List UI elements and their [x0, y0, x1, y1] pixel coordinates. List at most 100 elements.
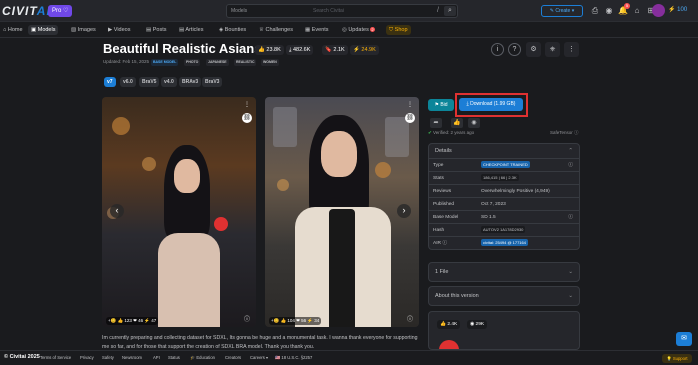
bokeh-light: [375, 162, 391, 178]
tag-women[interactable]: WOMEN: [261, 59, 279, 66]
footer-safety-link[interactable]: Safety: [102, 355, 114, 360]
nav-label: Models: [37, 27, 56, 33]
footer-2257-link[interactable]: 🇺🇸 18 U.S.C. §2257: [275, 355, 312, 361]
eye-icon[interactable]: ◉: [604, 6, 614, 16]
search-input[interactable]: Search Civitai: [313, 8, 344, 14]
bid-button[interactable]: ⚑ Bid: [428, 99, 454, 111]
more-menu-icon[interactable]: ⋮: [564, 42, 579, 57]
details-row-reviews: Reviews Overwhelmingly Positive (4,949): [429, 184, 579, 197]
about-header[interactable]: About this version ⌄: [429, 287, 579, 305]
civitai-logo[interactable]: CIVITAI: [2, 4, 51, 18]
footer-terms-link[interactable]: Terms of Service: [40, 355, 71, 360]
buzz-stat[interactable]: ⚡ 24.9K: [350, 45, 379, 55]
mod-tools-icon[interactable]: ⚙: [526, 42, 541, 57]
version-tab-v7[interactable]: v7: [104, 77, 116, 87]
image-reactions[interactable]: +😊 👍 104 ❤ 56 ⚡ 34: [269, 317, 322, 325]
top-bar: CIVITAI Pro ♡ Models Search Civitai / ⌕ …: [0, 0, 698, 22]
nav-models[interactable]: ▣ Models: [28, 25, 59, 35]
details-row-hash: Hash AUTOV2 1A178D2930: [429, 223, 579, 236]
creator-views: ◉ 29K: [467, 320, 488, 329]
creator-views-count: 29K: [475, 322, 485, 327]
subject-face: [174, 159, 200, 193]
footer-privacy-link[interactable]: Privacy: [80, 355, 94, 360]
files-header[interactable]: 1 File ⌄: [429, 263, 579, 281]
version-tab-brav3-alt[interactable]: BraV3: [202, 77, 223, 87]
footer-status-link[interactable]: Status: [168, 355, 180, 360]
likes-stat[interactable]: 👍 23.8K: [255, 45, 284, 55]
model-title: Beautiful Realistic Asians: [103, 41, 262, 56]
files-panel[interactable]: 1 File ⌄: [428, 262, 580, 282]
footer-api-link[interactable]: API: [153, 355, 160, 360]
carousel-prev-button[interactable]: ‹: [110, 204, 124, 218]
nav-bounties[interactable]: ◈ Bounties: [216, 25, 249, 35]
tag-realistic[interactable]: REALISTIC: [234, 59, 257, 66]
nav-articles[interactable]: ▤ Articles: [176, 25, 206, 35]
search-bar[interactable]: Models Search Civitai / ⌕: [226, 4, 458, 18]
footer-education-link[interactable]: 🎓 Education: [190, 355, 215, 361]
info-icon[interactable]: i: [491, 43, 504, 56]
nav-events[interactable]: ▦ Events: [302, 25, 332, 35]
like-icon[interactable]: 👍: [451, 118, 463, 128]
gallery-image-2[interactable]: ⋮ ⛓ +😊 👍 104 ❤ 56 ⚡ 34 ⓘ: [265, 97, 419, 327]
nav-challenges[interactable]: ♕ Challenges: [256, 25, 296, 35]
search-scope-select[interactable]: Models: [231, 8, 291, 14]
nav-posts[interactable]: ▤ Posts: [143, 25, 170, 35]
details-header[interactable]: Details ⌃: [429, 144, 579, 158]
nav-label: Bounties: [224, 27, 247, 33]
tag-photo[interactable]: PHOTO: [184, 59, 201, 66]
about-version-panel[interactable]: About this version ⌄: [428, 286, 580, 306]
verified-text: Verified: 2 years ago: [433, 130, 475, 135]
follow-icon[interactable]: ⎈: [545, 42, 560, 57]
main-nav: ⌂ Home ▣ Models ▨ Images ▶ Videos ▤ Post…: [0, 22, 698, 38]
buzz-balance[interactable]: ⚡ 100: [668, 6, 687, 13]
creator-avatar[interactable]: [439, 340, 459, 349]
create-button[interactable]: ✎ Create ▾: [541, 5, 583, 17]
nav-home[interactable]: ⌂ Home: [0, 25, 26, 35]
bookmarks-stat[interactable]: 🔖 2.1K: [322, 45, 348, 55]
search-icon[interactable]: ⌕: [444, 6, 456, 16]
version-tab-brav3[interactable]: BRAv3: [179, 77, 202, 87]
carousel-next-button[interactable]: ›: [397, 204, 411, 218]
air-pill[interactable]: civitai: 25494 @ 177164: [481, 239, 528, 246]
image-info-icon[interactable]: ⓘ: [242, 315, 252, 325]
verified-status: ✔ Verified: 2 years ago: [428, 130, 474, 136]
chat-icon[interactable]: ✉: [676, 332, 692, 346]
nav-label: Challenges: [265, 27, 293, 33]
footer-creators-link[interactable]: Creators: [225, 355, 241, 360]
link-icon[interactable]: ⛓: [242, 113, 252, 123]
detail-key-air: AIR ⓘ: [433, 241, 448, 246]
search-shortcut: /: [437, 7, 439, 14]
nav-videos[interactable]: ▶ Videos: [105, 25, 133, 35]
nav-label: Images: [77, 27, 96, 33]
version-tab-v4[interactable]: v4.0: [161, 77, 177, 87]
nav-shop[interactable]: ⛉ Shop: [386, 25, 411, 35]
upload-icon[interactable]: ⎙: [590, 6, 600, 16]
bokeh-light: [112, 117, 130, 135]
avatar[interactable]: [652, 4, 665, 17]
hash-pill[interactable]: AUTOV2 1A178D2930: [481, 226, 526, 233]
footer-newsroom-link[interactable]: Newsroom: [122, 355, 142, 360]
air-key-label: AIR: [433, 241, 441, 246]
tag-base-model[interactable]: BASE MODEL: [151, 59, 179, 66]
image-info-icon[interactable]: ⓘ: [405, 315, 415, 325]
image-reactions[interactable]: +😊 👍 123 ❤ 46 ⚡ 47: [106, 317, 159, 325]
footer: © Civitai 2025 Terms of Service Privacy …: [0, 350, 698, 365]
footer-careers-link[interactable]: Careers ▾: [250, 355, 268, 360]
gallery-image-1[interactable]: ⋮ ⛓ +😊 👍 123 ❤ 46 ⚡ 47 ⓘ: [102, 97, 256, 327]
version-tab-brav5[interactable]: BraV5: [139, 77, 160, 87]
detail-value[interactable]: civitai: 25494 @ 177164: [481, 237, 530, 250]
version-tab-v6[interactable]: v6.0: [120, 77, 136, 87]
notification-count: 5: [624, 3, 630, 9]
nav-images[interactable]: ▨ Images: [68, 25, 99, 35]
support-button[interactable]: 💡 Support: [662, 354, 692, 363]
tag-japanese[interactable]: JAPANESE: [206, 59, 229, 66]
share-icon[interactable]: ➦: [430, 118, 442, 128]
eye-icon[interactable]: ◉: [468, 118, 480, 128]
nav-updates[interactable]: ◎ Updates 2: [339, 25, 378, 35]
image-menu-icon[interactable]: ⋮: [405, 100, 415, 110]
image-menu-icon[interactable]: ⋮: [242, 100, 252, 110]
help-icon[interactable]: ?: [508, 43, 521, 56]
link-icon[interactable]: ⛓: [405, 113, 415, 123]
pro-badge[interactable]: Pro ♡: [48, 5, 73, 17]
bookmark-icon[interactable]: ⌂: [632, 6, 642, 16]
